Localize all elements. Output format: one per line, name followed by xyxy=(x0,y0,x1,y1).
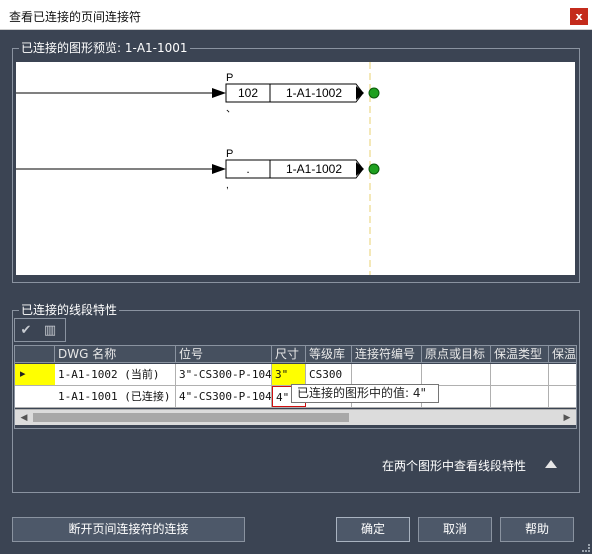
connector-2-grip-icon[interactable] xyxy=(368,163,380,175)
horizontal-scrollbar[interactable]: ◀ ▶ xyxy=(15,409,576,425)
cancel-button[interactable]: 取消 xyxy=(418,517,492,542)
flow-arrow-1-icon xyxy=(212,88,226,98)
size-value-tooltip: 已连接的图形中的值: 4" xyxy=(291,384,439,403)
row-selector-icon: ▸ xyxy=(20,367,26,380)
connector-2-right-text: 1-A1-1002 xyxy=(286,162,342,176)
segment-properties-label: 已连接的线段特性 xyxy=(19,303,120,317)
resize-grip[interactable] xyxy=(582,544,590,552)
connector-2-p-label: P xyxy=(226,148,233,160)
column-header-origin[interactable]: 原点或目标 xyxy=(422,346,491,363)
connector-1-grip-icon[interactable] xyxy=(368,87,380,99)
row-current-marker: ▸ xyxy=(15,364,55,385)
view-both-drawings-label[interactable]: 在两个图形中查看线段特性 xyxy=(382,457,526,474)
connector-2[interactable]: P . 1-A1-1002 , xyxy=(16,148,380,191)
drawing-preview-canvas: P 102 1-A1-1002 、 P . 1-A1-1002 , xyxy=(16,62,575,275)
preview-group-label: 已连接的图形预览: 1-A1-1001 xyxy=(19,41,190,55)
cell-insulation xyxy=(549,364,576,385)
connector-2-under-mark: , xyxy=(226,180,229,191)
column-header-rowmarker xyxy=(15,346,55,363)
connector-2-left-text: . xyxy=(246,162,249,176)
cell-tag: 4"-CS300-P-1046 xyxy=(176,386,272,407)
cell-dwg: 1-A1-1002 (当前) xyxy=(55,364,176,385)
table-row[interactable]: ▸ 1-A1-1002 (当前) 3"-CS300-P-1046 3" CS30… xyxy=(15,364,576,386)
scroll-left-icon[interactable]: ◀ xyxy=(18,412,30,424)
column-header-dwg[interactable]: DWG 名称 xyxy=(55,346,176,363)
cell-insulation-type xyxy=(491,364,549,385)
title-bar: 查看已连接的页间连接符 x xyxy=(0,0,592,30)
connector-1-under-mark: 、 xyxy=(226,104,236,115)
connector-1-left-text: 102 xyxy=(238,86,258,100)
scrollbar-thumb[interactable] xyxy=(33,413,349,422)
cell-tag: 3"-CS300-P-1046 xyxy=(176,364,272,385)
cell-origin xyxy=(422,364,491,385)
cell-size[interactable]: 3" xyxy=(272,364,306,385)
drawing-preview-svg: P 102 1-A1-1002 、 P . 1-A1-1002 , xyxy=(16,62,380,275)
checkmark-icon[interactable]: ✔ xyxy=(18,323,34,339)
disconnect-button[interactable]: 断开页间连接符的连接 xyxy=(12,517,245,542)
close-button[interactable]: x xyxy=(570,8,588,25)
collapse-up-icon[interactable] xyxy=(545,460,557,468)
column-header-spec[interactable]: 等级库 xyxy=(306,346,352,363)
row-marker xyxy=(15,386,55,407)
segment-toolbar: ✔ ▥ xyxy=(14,318,66,342)
connector-1-tip-icon xyxy=(356,86,364,100)
cell-insulation xyxy=(549,386,576,407)
cell-dwg: 1-A1-1001 (已连接) xyxy=(55,386,176,407)
connector-1[interactable]: P 102 1-A1-1002 、 xyxy=(16,72,380,115)
flow-arrow-2-icon xyxy=(212,164,226,174)
cell-spec: CS300 xyxy=(306,364,352,385)
cell-insulation-type xyxy=(491,386,549,407)
window-title: 查看已连接的页间连接符 xyxy=(9,10,142,24)
column-header-size[interactable]: 尺寸 xyxy=(272,346,306,363)
column-header-connector-no[interactable]: 连接符编号 xyxy=(352,346,422,363)
connector-2-tip-icon xyxy=(356,162,364,176)
grid-header-row: DWG 名称 位号 尺寸 等级库 连接符编号 原点或目标 保温类型 保温 xyxy=(15,346,576,363)
columns-icon[interactable]: ▥ xyxy=(42,323,58,339)
column-header-insulation-type[interactable]: 保温类型 xyxy=(491,346,549,363)
help-button[interactable]: 帮助 xyxy=(500,517,574,542)
connector-1-p-label: P xyxy=(226,72,233,84)
cell-connector-no xyxy=(352,364,422,385)
scroll-right-icon[interactable]: ▶ xyxy=(561,412,573,424)
ok-button[interactable]: 确定 xyxy=(336,517,410,542)
connector-1-right-text: 1-A1-1002 xyxy=(286,86,342,100)
column-header-tag[interactable]: 位号 xyxy=(176,346,272,363)
column-header-insulation[interactable]: 保温 xyxy=(549,346,576,363)
